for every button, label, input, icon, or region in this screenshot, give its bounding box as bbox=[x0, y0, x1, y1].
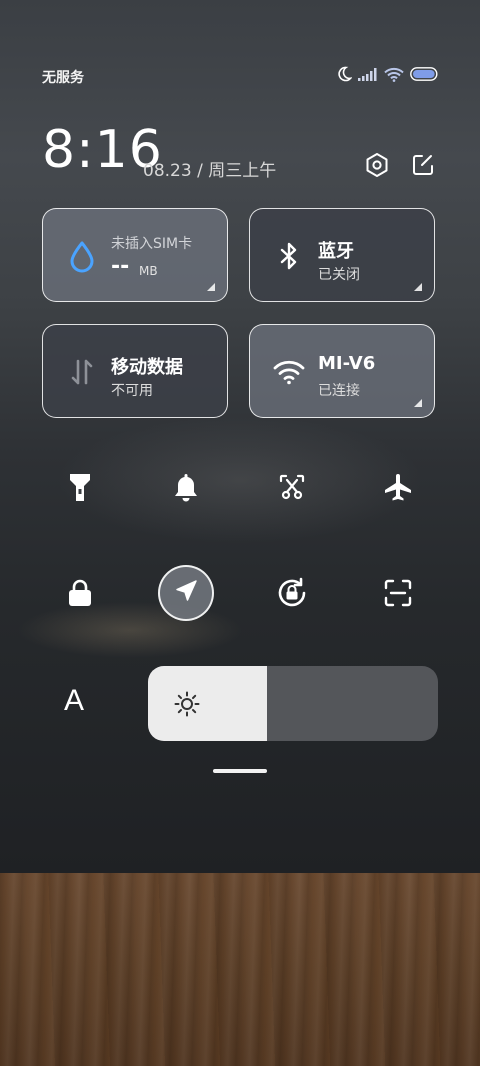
bluetooth-title: 蓝牙 bbox=[318, 241, 354, 262]
location-button[interactable] bbox=[158, 565, 214, 621]
bluetooth-status: 已关闭 bbox=[318, 267, 360, 283]
sim-status-label: 未插入SIM卡 bbox=[111, 236, 193, 252]
wallpaper-wood bbox=[0, 873, 480, 1066]
wifi-icon bbox=[272, 355, 306, 389]
wifi-status-icon bbox=[384, 67, 404, 82]
wifi-status: 已连接 bbox=[318, 383, 360, 399]
wifi-network-name: MI-V6 bbox=[318, 353, 376, 374]
scan-icon[interactable] bbox=[378, 573, 418, 613]
carrier-label: 无服务 bbox=[42, 70, 84, 86]
signal-icon bbox=[358, 67, 378, 81]
data-usage-tile[interactable]: 未插入SIM卡 -- MB bbox=[42, 208, 228, 302]
bluetooth-icon bbox=[272, 239, 306, 273]
status-icons bbox=[336, 66, 438, 82]
expand-corner-icon bbox=[207, 283, 215, 291]
mobile-data-status: 不可用 bbox=[111, 383, 153, 399]
bluetooth-tile[interactable]: 蓝牙 已关闭 bbox=[249, 208, 435, 302]
clock-date: 08.23 / 周三上午 bbox=[143, 161, 277, 181]
airplane-icon[interactable] bbox=[378, 467, 418, 507]
battery-icon bbox=[410, 67, 438, 81]
screenshot-scissors-icon[interactable] bbox=[272, 467, 312, 507]
wifi-tile[interactable]: MI-V6 已连接 bbox=[249, 324, 435, 418]
bell-icon[interactable] bbox=[166, 467, 206, 507]
data-arrows-icon bbox=[65, 355, 99, 389]
lock-icon[interactable] bbox=[60, 573, 100, 613]
data-usage-unit: MB bbox=[139, 264, 158, 278]
auto-brightness-toggle[interactable]: A bbox=[64, 684, 84, 718]
mobile-data-title: 移动数据 bbox=[111, 357, 183, 378]
flashlight-icon[interactable] bbox=[60, 467, 100, 507]
sun-icon bbox=[174, 691, 200, 721]
expand-corner-icon bbox=[414, 283, 422, 291]
mobile-data-tile[interactable]: 移动数据 不可用 bbox=[42, 324, 228, 418]
data-usage-value: -- bbox=[111, 254, 130, 279]
brightness-slider[interactable] bbox=[148, 666, 438, 741]
settings-hexagon-icon[interactable] bbox=[362, 150, 392, 180]
moon-icon bbox=[336, 66, 352, 82]
rotation-lock-icon[interactable] bbox=[272, 573, 312, 613]
panel-drag-handle[interactable] bbox=[213, 769, 267, 773]
expand-corner-icon bbox=[414, 399, 422, 407]
location-icon bbox=[173, 578, 199, 608]
brightness-level-fill bbox=[148, 666, 267, 741]
edit-icon[interactable] bbox=[408, 150, 438, 180]
water-drop-icon bbox=[65, 239, 99, 273]
status-bar: 无服务 bbox=[42, 62, 438, 90]
